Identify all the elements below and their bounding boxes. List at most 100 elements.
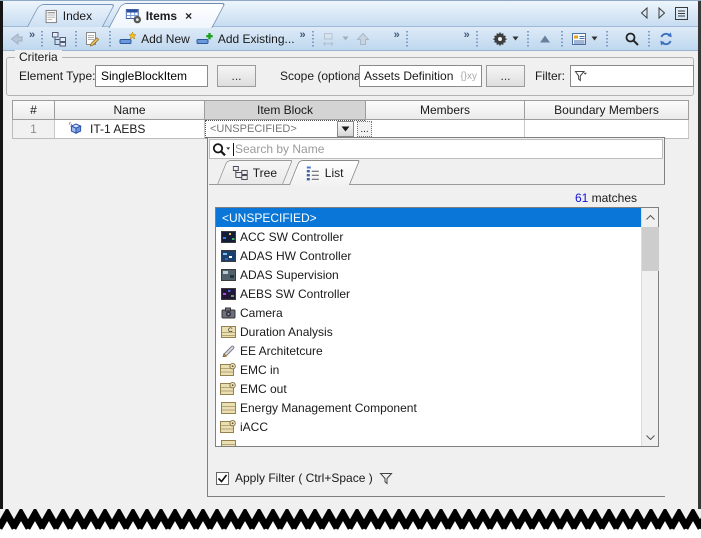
apply-filter-checkbox[interactable]: [216, 472, 229, 485]
filter-input[interactable]: [570, 65, 694, 87]
scope-browse-button[interactable]: ...: [486, 65, 525, 87]
index-tab-icon: [44, 9, 59, 24]
list-item[interactable]: Energy Management Component: [216, 398, 642, 417]
next-editor-icon[interactable]: [657, 6, 667, 20]
list-item-label: iACC: [240, 420, 268, 434]
collapse-button[interactable]: [534, 28, 556, 50]
edit-criteria-button[interactable]: [82, 28, 104, 50]
tree-icon: [233, 166, 248, 180]
add-existing-button[interactable]: Add Existing...: [193, 28, 298, 50]
scope-input[interactable]: Assets Definition {}xy: [359, 65, 482, 87]
column-header-members[interactable]: Members: [366, 100, 525, 120]
scrollbar-thumb[interactable]: [642, 227, 659, 271]
list-icon: [305, 166, 320, 181]
toolbar-handle[interactable]: [561, 31, 563, 47]
column-header-number[interactable]: #: [12, 100, 55, 120]
overflow-chevron-icon[interactable]: [464, 29, 469, 41]
filter-funnel-icon[interactable]: [574, 70, 589, 83]
close-icon[interactable]: [185, 9, 192, 23]
previous-editor-icon[interactable]: [639, 6, 649, 20]
toolbar-handle[interactable]: [527, 31, 529, 47]
list-item[interactable]: EE Architetcure: [216, 341, 642, 360]
list-item[interactable]: ADAS Supervision: [216, 265, 642, 284]
window-border-top: [0, 0, 701, 1]
toolbar-handle[interactable]: [648, 31, 650, 47]
svg-text:C: C: [228, 326, 233, 333]
add-new-button[interactable]: Add New: [116, 28, 193, 50]
combo-browse-button[interactable]: ...: [357, 121, 372, 137]
combo-dropdown-button[interactable]: [337, 121, 354, 137]
list-item-label: EE Architetcure: [240, 344, 323, 358]
move-diagram-button[interactable]: [319, 28, 352, 50]
torn-edge-zigzag: [0, 509, 701, 538]
back-button[interactable]: [5, 28, 27, 50]
scroll-up-icon[interactable]: [642, 209, 659, 225]
screenshot-stage: Index Items: [0, 0, 701, 538]
overflow-chevron-icon[interactable]: [29, 29, 34, 41]
block-port-icon: [219, 382, 237, 395]
column-header-boundary-members[interactable]: Boundary Members: [525, 100, 689, 120]
boundary-members-cell[interactable]: [525, 120, 689, 138]
tab-list[interactable]: List: [289, 160, 360, 185]
toolbar-handle[interactable]: [109, 31, 111, 47]
toolbar-handle[interactable]: [606, 31, 608, 47]
add-new-label: Add New: [141, 32, 190, 46]
list-item[interactable]: ADAS HW Controller: [216, 246, 642, 265]
list-item[interactable]: EMC in: [216, 360, 642, 379]
block-icon: [219, 402, 237, 414]
block-port-icon: [219, 363, 237, 376]
overflow-chevron-icon[interactable]: [300, 29, 305, 41]
image-dark-icon: [219, 231, 237, 243]
popup-search-field[interactable]: [209, 139, 663, 159]
list-item-label: Energy Management Component: [240, 401, 417, 415]
overflow-chevron-icon[interactable]: [394, 29, 399, 41]
pencil-icon: [219, 344, 237, 357]
hierarchy-button[interactable]: [48, 28, 70, 50]
list-item[interactable]: iACC: [216, 417, 642, 436]
apply-filter-label: Apply Filter ( Ctrl+Space ): [235, 471, 373, 485]
list-scrollbar[interactable]: [641, 208, 658, 446]
view-settings-button[interactable]: [489, 28, 522, 50]
search-input[interactable]: [235, 142, 660, 156]
toolbar-handle[interactable]: [41, 31, 43, 47]
tab-tree-label: Tree: [253, 166, 277, 180]
scroll-down-icon[interactable]: [642, 429, 659, 445]
move-up-button[interactable]: [352, 28, 374, 50]
refresh-button[interactable]: [655, 28, 677, 50]
tab-tree[interactable]: Tree: [217, 160, 293, 184]
tab-index[interactable]: Index: [27, 4, 115, 27]
list-item-label: ACC SW Controller: [240, 230, 343, 244]
list-item[interactable]: ACC SW Controller: [216, 227, 642, 246]
toolbar-handle[interactable]: [312, 31, 314, 47]
list-item[interactable]: AEBS SW Controller: [216, 284, 642, 303]
toolbar-handle[interactable]: [75, 31, 77, 47]
column-header-item-block[interactable]: Item Block: [205, 100, 366, 120]
column-header-name[interactable]: Name: [55, 100, 205, 120]
list-item[interactable]: C Duration Analysis: [216, 322, 642, 341]
apply-filter-row: Apply Filter ( Ctrl+Space ): [216, 471, 393, 485]
window-border-left: [0, 0, 3, 512]
list-item[interactable]: Camera: [216, 303, 642, 322]
list-item-label: ADAS HW Controller: [240, 249, 351, 263]
members-cell[interactable]: [366, 120, 525, 138]
block-icon: [219, 440, 237, 447]
list-item-label: <UNSPECIFIED>: [222, 211, 317, 225]
element-type-browse-button[interactable]: ...: [217, 65, 256, 87]
filter-label: Filter:: [535, 69, 565, 83]
search-magnifier-icon[interactable]: [212, 142, 233, 157]
list-item-label: Duration Analysis: [240, 325, 333, 339]
element-type-input[interactable]: [95, 65, 208, 87]
editor-tabbar: Index Items: [3, 1, 698, 27]
list-item[interactable]: <UNSPECIFIED>: [216, 208, 642, 227]
search-button[interactable]: [621, 28, 643, 50]
tab-items-label: Items: [146, 9, 177, 23]
list-item[interactable]: EMC out: [216, 379, 642, 398]
table-header: # Name Item Block Members Boundary Membe…: [12, 100, 689, 120]
list-item[interactable]: [216, 436, 642, 446]
item-block-cell[interactable]: <UNSPECIFIED> ...: [205, 120, 366, 138]
editor-list-icon[interactable]: [675, 7, 688, 20]
toolbar-handle[interactable]: [406, 31, 408, 47]
tab-items[interactable]: Items: [108, 3, 225, 28]
view-menu-button[interactable]: [568, 28, 601, 50]
toolbar-handle[interactable]: [476, 31, 478, 47]
